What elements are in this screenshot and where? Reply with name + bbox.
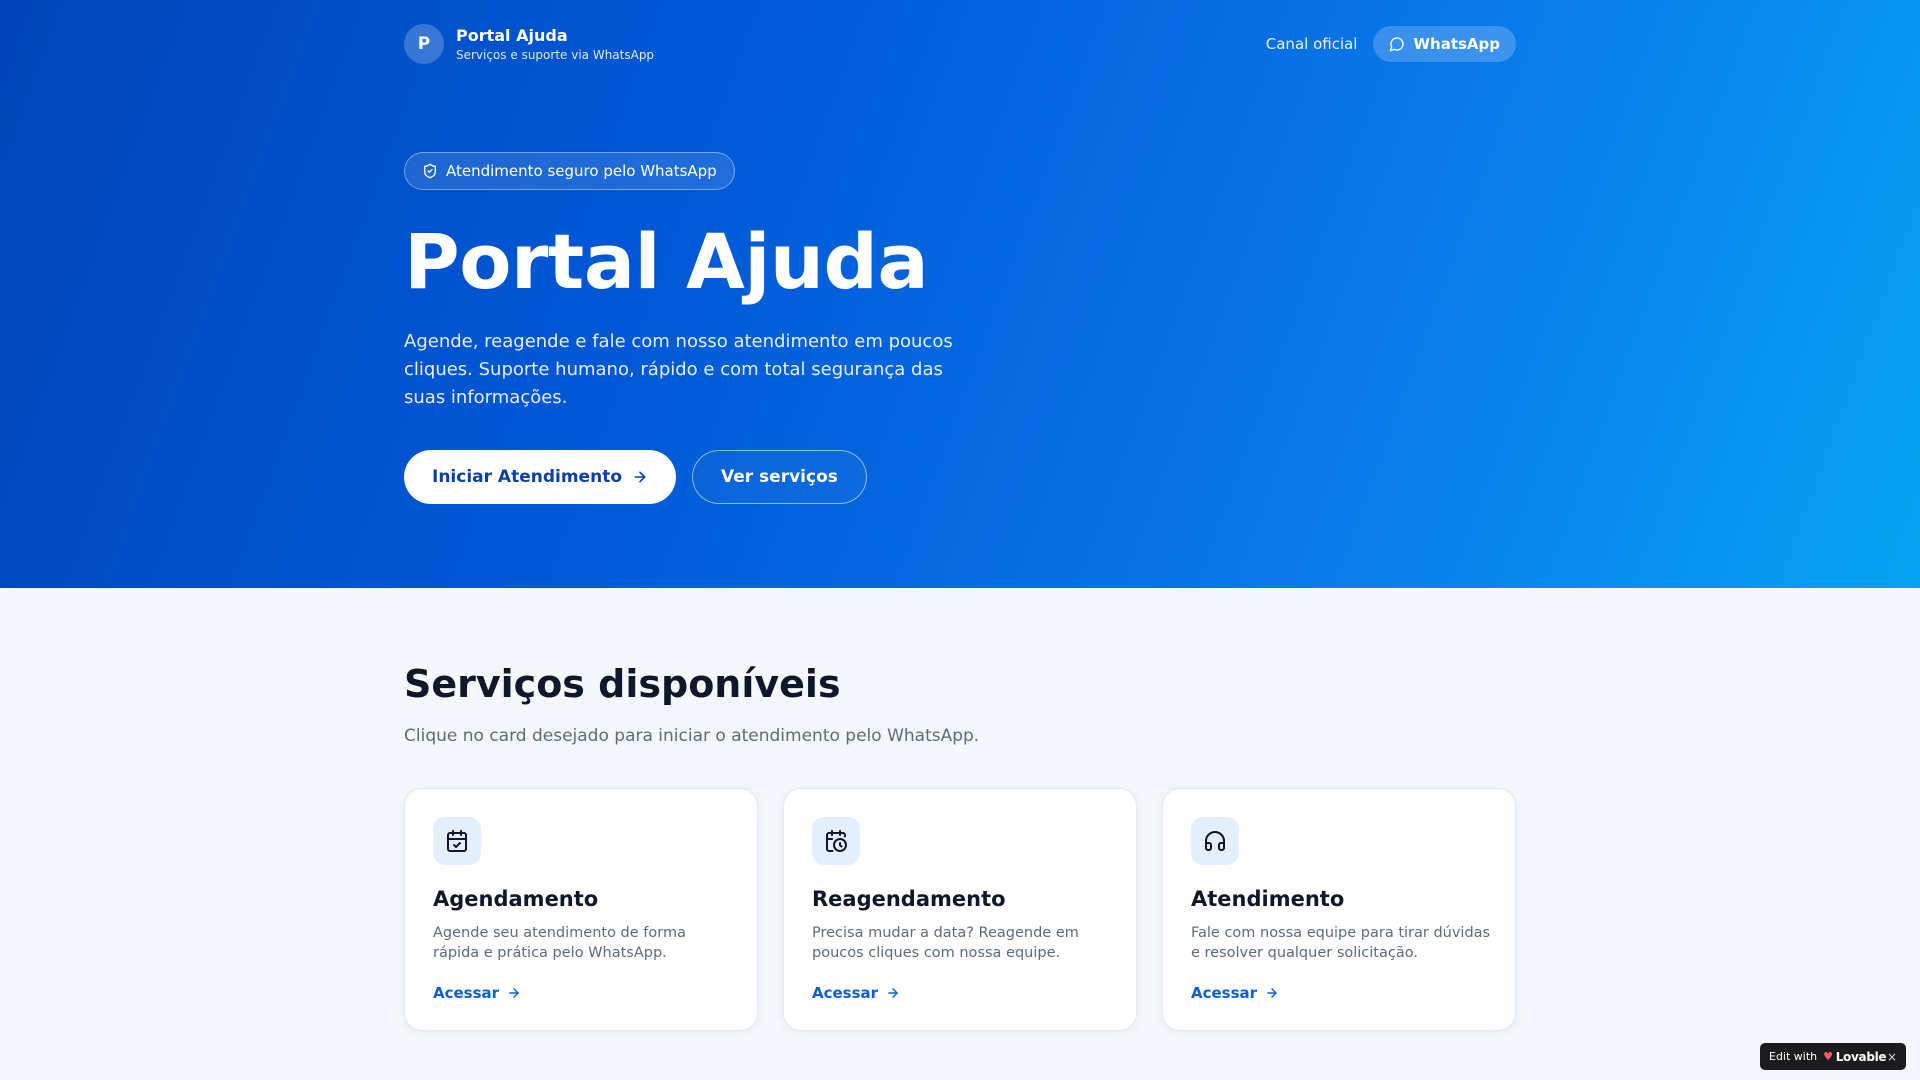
hero-title: Portal Ajuda (404, 217, 929, 306)
start-service-button[interactable]: Iniciar Atendimento (404, 450, 676, 504)
message-circle-icon (1389, 36, 1405, 52)
arrow-right-icon (632, 469, 648, 485)
hero-buttons: Iniciar Atendimento Ver serviços (404, 450, 1024, 504)
lovable-brand-name: Lovable (1835, 1049, 1887, 1064)
shield-check-icon (422, 163, 438, 179)
brand-tagline: Serviços e suporte via WhatsApp (456, 47, 655, 62)
headphones-icon (1191, 816, 1239, 865)
brand[interactable]: P Portal Ajuda Serviços e suporte via Wh… (404, 24, 654, 64)
card-access-link[interactable]: Acessar (1191, 984, 1279, 1002)
whatsapp-button-label: WhatsApp (1413, 35, 1500, 53)
card-access-link[interactable]: Acessar (433, 984, 521, 1002)
calendar-check-icon (433, 816, 481, 865)
card-title: Atendimento (1191, 886, 1345, 911)
whatsapp-button[interactable]: WhatsApp (1373, 26, 1516, 62)
card-access-label: Acessar (1191, 983, 1258, 1002)
close-icon[interactable]: × (1887, 1050, 1897, 1064)
hero-description: Agende, reagende e fale com nosso atendi… (404, 331, 953, 408)
start-service-label: Iniciar Atendimento (432, 467, 622, 487)
brand-avatar: P (404, 24, 444, 64)
brand-name: Portal Ajuda (456, 25, 568, 45)
card-access-label: Acessar (812, 983, 879, 1002)
security-badge-label: Atendimento seguro pelo WhatsApp (446, 162, 717, 180)
service-card-reagendamento[interactable]: Reagendamento Precisa mudar a data? Reag… (783, 787, 1137, 1031)
lovable-edit-label: Edit with (1769, 1050, 1818, 1063)
brand-text: Portal Ajuda Serviços e suporte via What… (456, 26, 654, 63)
arrow-right-icon (886, 986, 900, 1000)
services-title: Serviços disponíveis (404, 662, 841, 706)
arrow-right-icon (507, 986, 521, 1000)
service-card-agendamento[interactable]: Agendamento Agende seu atendimento de fo… (404, 787, 758, 1031)
card-access-link[interactable]: Acessar (812, 984, 900, 1002)
card-description: Agende seu atendimento de forma rápida e… (433, 924, 686, 961)
edit-with-lovable-badge[interactable]: Edit with ♥ Lovable × (1760, 1043, 1906, 1070)
lovable-heart-icon: ♥ (1823, 1050, 1833, 1063)
service-card-atendimento[interactable]: Atendimento Fale com nossa equipe para t… (1162, 787, 1516, 1031)
hero-content: Atendimento seguro pelo WhatsApp Portal … (404, 152, 1024, 504)
view-services-label: Ver serviços (721, 467, 838, 487)
card-title: Reagendamento (812, 886, 1006, 911)
arrow-right-icon (1265, 986, 1279, 1000)
card-access-label: Acessar (433, 983, 500, 1002)
official-channel-link[interactable]: Canal oficial (1266, 35, 1358, 53)
view-services-button[interactable]: Ver serviços (692, 450, 867, 504)
top-bar: P Portal Ajuda Serviços e suporte via Wh… (404, 24, 1516, 64)
services-subtitle: Clique no card desejado para iniciar o a… (404, 725, 980, 746)
services-section: Serviços disponíveis Clique no card dese… (404, 662, 1516, 1031)
security-badge: Atendimento seguro pelo WhatsApp (404, 152, 735, 190)
card-description: Precisa mudar a data? Reagende em poucos… (812, 924, 1079, 961)
lovable-logo: ♥ Lovable (1823, 1050, 1886, 1064)
card-title: Agendamento (433, 886, 599, 911)
service-cards: Agendamento Agende seu atendimento de fo… (404, 787, 1516, 1031)
card-description: Fale com nossa equipe para tirar dúvidas… (1191, 924, 1491, 961)
hero-section: P Portal Ajuda Serviços e suporte via Wh… (0, 0, 1920, 588)
top-actions: Canal oficial WhatsApp (1266, 26, 1516, 62)
calendar-clock-icon (812, 816, 860, 865)
